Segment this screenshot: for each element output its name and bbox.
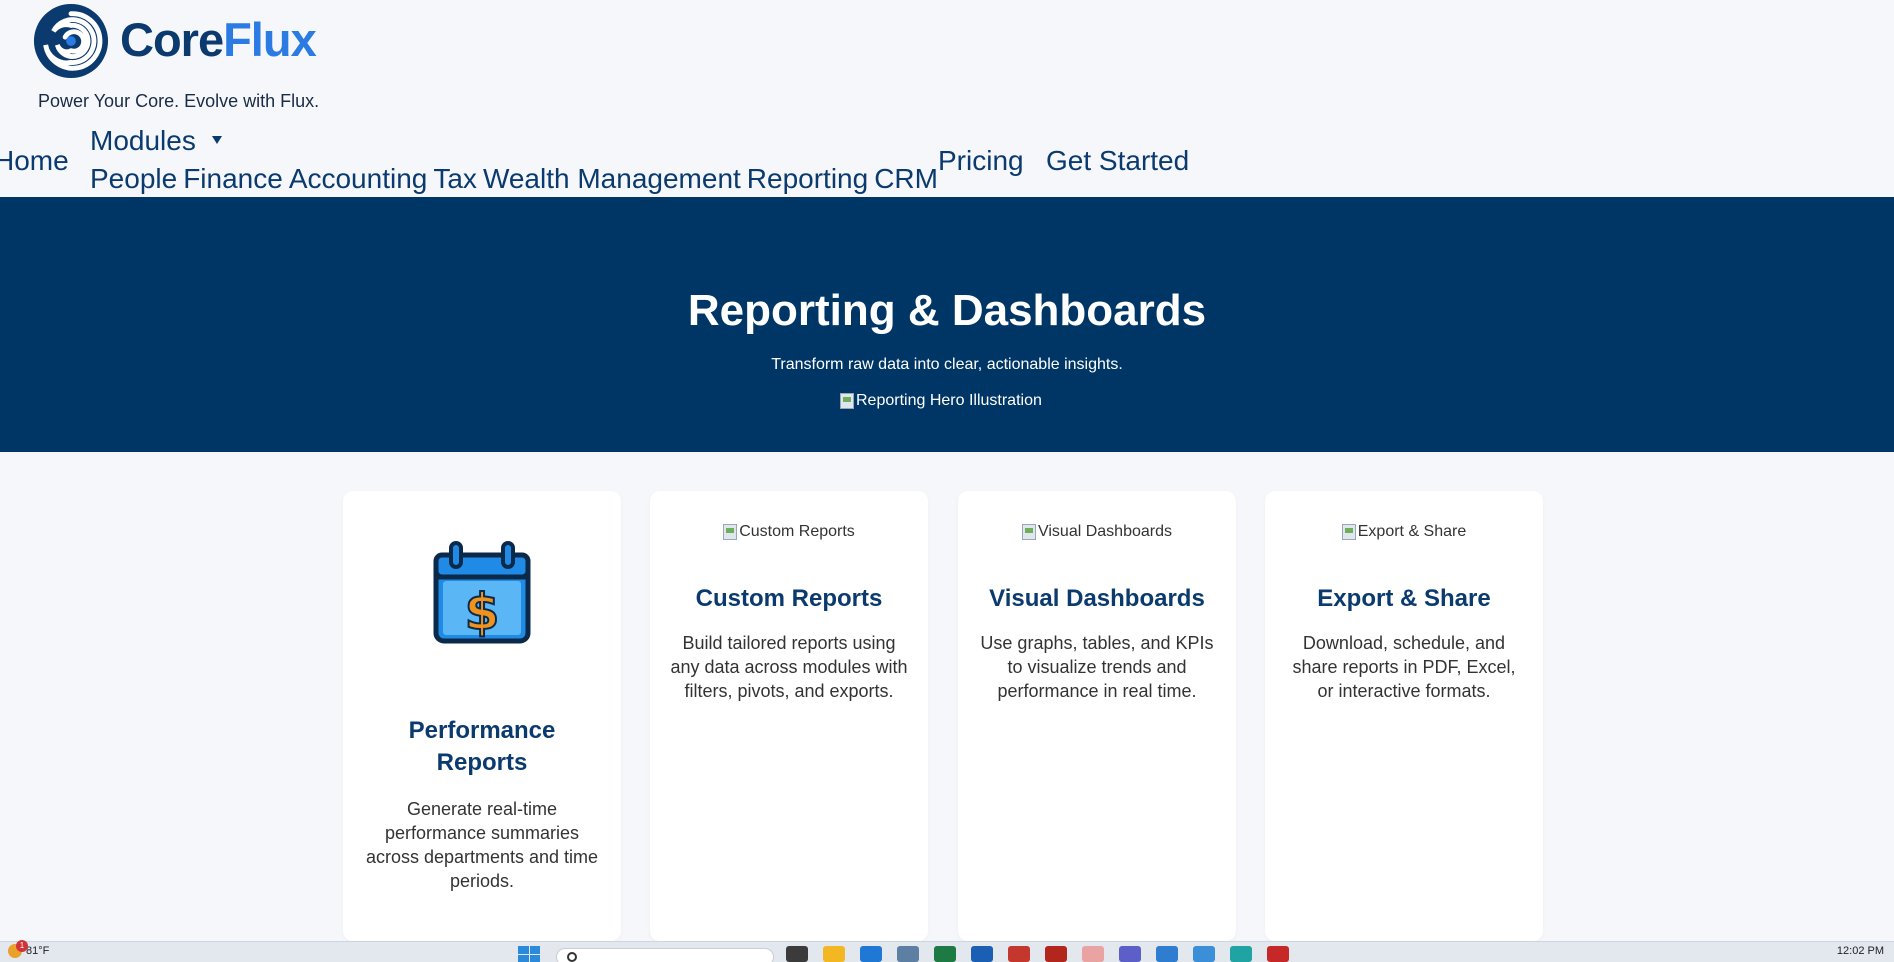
chrome-icon[interactable] xyxy=(1008,946,1030,962)
broken-image-icon xyxy=(723,524,738,540)
card-title: Performance Reports xyxy=(408,717,556,776)
brand-name-core: Core xyxy=(120,13,224,66)
word-icon[interactable] xyxy=(971,946,993,962)
submenu-item-accounting[interactable]: Accounting xyxy=(289,162,428,196)
nav-modules[interactable]: Modules xyxy=(90,124,196,158)
excel-icon[interactable] xyxy=(934,946,956,962)
feature-card-custom-reports: Custom Reports Custom Reports Build tail… xyxy=(650,491,928,941)
submenu-item-finance[interactable]: Finance xyxy=(183,162,283,196)
feature-card-performance-reports: $ Performance Reports Generate real-time… xyxy=(343,491,621,941)
app-icon[interactable] xyxy=(897,946,919,962)
weather-icon: 1 xyxy=(8,940,28,958)
active-app-icon[interactable] xyxy=(1082,946,1104,962)
hero-image-placeholder: Reporting Hero Illustration xyxy=(840,391,1042,411)
calendar-dollar-icon: $ xyxy=(433,541,531,644)
card-image-placeholder: Visual Dashboards xyxy=(958,522,1236,542)
hero-title: Reporting & Dashboards xyxy=(687,286,1207,335)
brand-name: CoreFlux xyxy=(120,12,317,68)
hero-banner: Reporting & Dashboards Transform raw dat… xyxy=(0,197,1894,452)
submenu-item-tax[interactable]: Tax xyxy=(433,162,477,196)
mail-icon[interactable] xyxy=(860,946,882,962)
search-icon xyxy=(567,952,577,962)
broken-image-icon xyxy=(1341,524,1356,540)
main-nav: Home Modules People Finance Accounting T… xyxy=(0,122,1894,196)
modules-submenu: People Finance Accounting Tax Wealth Man… xyxy=(90,162,938,196)
feature-card-export-share: Export & Share Export & Share Download, … xyxy=(1265,491,1543,941)
card-image-alt: Visual Dashboards xyxy=(1037,523,1172,540)
taskbar-clock[interactable]: 12:02 PM xyxy=(1837,945,1884,957)
card-image-placeholder: Export & Share xyxy=(1265,522,1543,542)
submenu-item-people[interactable]: People xyxy=(90,162,177,196)
card-description: Generate real-time performance summaries… xyxy=(365,799,599,891)
nav-get-started[interactable]: Get Started xyxy=(1046,144,1189,178)
hero-subtitle: Transform raw data into clear, actionabl… xyxy=(771,356,1123,373)
feature-card-visual-dashboards: Visual Dashboards Visual Dashboards Use … xyxy=(958,491,1236,941)
card-image-alt: Custom Reports xyxy=(739,523,855,540)
app-icon[interactable] xyxy=(1267,946,1289,962)
task-view-icon[interactable] xyxy=(786,946,808,962)
card-title: Visual Dashboards xyxy=(989,585,1205,612)
broken-image-icon xyxy=(1021,524,1036,540)
weather-widget[interactable]: 1 81°F xyxy=(8,940,50,958)
notification-badge: 1 xyxy=(16,940,28,952)
teams-icon[interactable] xyxy=(1119,946,1141,962)
card-title: Custom Reports xyxy=(695,585,883,612)
taskbar-search-input[interactable] xyxy=(556,948,774,962)
dropdown-caret-icon[interactable] xyxy=(212,136,222,144)
card-description: Build tailored reports using any data ac… xyxy=(670,633,908,701)
edge-icon[interactable] xyxy=(1230,946,1252,962)
nav-home[interactable]: Home xyxy=(0,144,69,178)
acrobat-icon[interactable] xyxy=(1045,946,1067,962)
card-description: Download, schedule, and share reports in… xyxy=(1292,633,1516,701)
os-taskbar: 1 81°F 12:02 PM xyxy=(0,940,1894,962)
submenu-item-reporting[interactable]: Reporting xyxy=(747,162,868,196)
windows-start-icon[interactable] xyxy=(518,946,540,962)
card-image-alt: Export & Share xyxy=(1357,523,1467,540)
swirl-logo-icon xyxy=(33,3,109,79)
card-description: Use graphs, tables, and KPIs to visualiz… xyxy=(980,633,1214,701)
app-icon[interactable] xyxy=(1156,946,1178,962)
card-title: Export & Share xyxy=(1317,585,1491,612)
taskbar-pinned-apps xyxy=(786,946,1289,962)
hero-image-alt: Reporting Hero Illustration xyxy=(856,392,1042,409)
card-image-placeholder: Custom Reports xyxy=(650,522,928,542)
nav-pricing[interactable]: Pricing xyxy=(938,144,1024,178)
calendar-icon[interactable] xyxy=(1193,946,1215,962)
svg-text:$: $ xyxy=(465,583,500,641)
brand-name-flux: Flux xyxy=(223,13,317,66)
brand-logo[interactable]: CoreFlux Power Your Core. Evolve with Fl… xyxy=(32,0,372,115)
file-explorer-icon[interactable] xyxy=(823,946,845,962)
weather-temperature: 81°F xyxy=(26,945,50,957)
brand-tagline: Power Your Core. Evolve with Flux. xyxy=(38,91,320,111)
broken-image-icon xyxy=(840,393,854,409)
submenu-item-crm[interactable]: CRM xyxy=(874,162,938,196)
submenu-item-wealth-management[interactable]: Wealth Management xyxy=(483,162,741,196)
